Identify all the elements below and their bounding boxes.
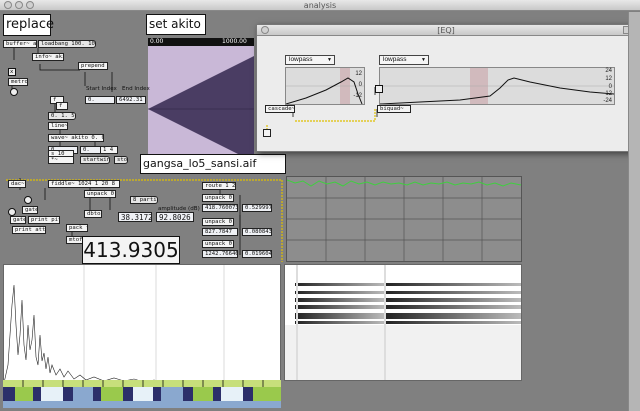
print-pitch-object[interactable]: print pitch [28,216,60,224]
list-message[interactable]: 0. 1. 51 [48,112,76,120]
partial-3-freq[interactable]: 1242.76646 [202,250,238,258]
line-object[interactable]: line~ [48,122,68,130]
partial-2-freq[interactable]: 827.7847 [202,228,238,236]
start-index-label: Start Index [86,86,117,92]
startwindow-message[interactable]: startwindow [80,156,110,164]
partial-3-amp[interactable]: 0.019604 [242,250,272,258]
gate-object-2[interactable]: gate [10,216,26,224]
eq-window: [EQ] lowpass ▼ lowpass ▼ 12 0 -12 24 12 0 [256,24,636,152]
biquad-object[interactable]: biquad~ [377,105,411,113]
spectrum-display[interactable] [3,264,281,385]
partial-1-amp[interactable]: 0.529997 [242,204,272,212]
sample-filename: gangsa_lo5_sansi.aif [140,154,286,174]
loadbang-message[interactable]: loadbang 100. 100. [38,40,96,48]
wave-play-object[interactable]: wave~ akito 0. 0. [48,134,104,142]
spectrum-graph [4,265,280,384]
end-index-label: End Index [122,86,150,92]
cascade-object[interactable]: cascade~ [265,105,295,113]
unpack-b-object[interactable]: unpack 0. 0. [202,218,234,226]
amplitude-number[interactable]: 92.8026 [156,212,194,222]
eq-outlet[interactable] [263,129,271,137]
frequency-display[interactable]: 413.9305 [82,236,180,264]
x-label: x [10,69,14,75]
max-patcher-window: analysis replace set akito 0.00 1000.00 … [0,0,640,411]
waveform-start-time: 0.00 [150,38,164,45]
spectrum-color-bar [3,380,281,408]
vertical-scrollbar[interactable] [628,12,640,411]
buffer-object[interactable]: buffer~ akito [3,40,37,48]
unpack-c-object[interactable]: unpack 0. 0. [202,240,234,248]
prepend-set-object[interactable]: prepend set [78,62,108,70]
sonogram-display[interactable] [284,264,522,381]
unpack-main-object[interactable]: unpack 0. 0. [84,190,116,198]
bang-2[interactable] [8,208,16,216]
sonogram-graph [285,265,521,380]
metro-object[interactable]: metro [8,78,28,86]
metro-bang[interactable] [10,88,18,96]
start-index-number[interactable]: 0. [85,96,115,104]
print-attack-object[interactable]: print attack [12,226,46,234]
partial-2-amp[interactable]: 0.080843 [242,228,272,236]
npartials-message[interactable]: 8 partials [130,196,158,204]
bang-1[interactable] [24,196,32,204]
pitch-tracker-display[interactable] [286,176,522,262]
pitch-tracker-graph [287,177,521,261]
dbtoa-object[interactable]: dbtoa [84,210,102,218]
end-index-number[interactable]: 6492.31 [116,96,146,104]
sig-object-2[interactable]: 1 4 [100,146,118,154]
pack-object[interactable]: pack f f [66,224,88,232]
dac-object[interactable]: dac~ [8,180,26,188]
waveform-display[interactable]: 0.00 1000.00 [148,38,254,172]
fiddle-object[interactable]: fiddle~ 1024 1 20 8 ... [48,180,120,188]
stop-message[interactable]: stop [114,156,128,164]
replace-message[interactable]: replace [3,14,54,36]
multiply-object[interactable]: *~ [48,156,74,164]
info-object[interactable]: info~ akito [32,53,64,61]
route-object[interactable]: route 1 2 3 [202,182,236,190]
set-akito-message[interactable]: set akito [146,14,206,35]
f-object-2[interactable]: f [56,102,68,110]
gate-object-1[interactable]: gate [22,206,38,214]
eq-bang[interactable] [375,85,383,93]
partial-1-freq[interactable]: 418.760073 [202,204,238,212]
eq-patch-cords [266,87,378,133]
waveform-mid-time: 1000.00 [222,38,247,45]
pitch-number[interactable]: 38.3172 [118,212,152,222]
unpack-a-object[interactable]: unpack 0. 0. [202,194,234,202]
